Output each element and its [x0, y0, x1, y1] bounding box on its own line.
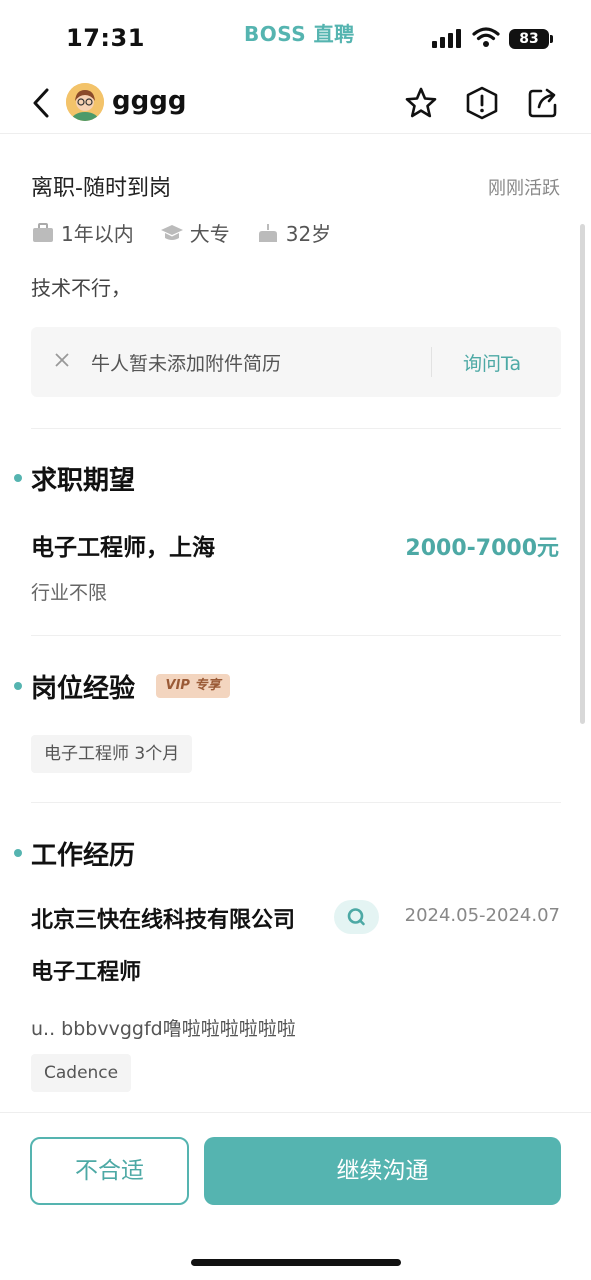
active-status: 刚刚活跃 — [488, 178, 560, 199]
skill-tag: Cadence — [31, 1054, 132, 1092]
attachment-notice: 牛人暂未添加附件简历 询问Ta — [31, 327, 561, 397]
app-name: BOSS 直聘 — [244, 22, 355, 46]
expected-industry: 行业不限 — [31, 582, 108, 604]
attachment-divider — [431, 347, 432, 377]
section-dot — [14, 474, 22, 482]
expected-salary: 2000-7000元 — [405, 536, 559, 561]
ask-attachment-button[interactable]: 询问Ta — [463, 349, 521, 376]
experience-item: 1年以内 — [31, 218, 134, 247]
bottom-action-bar: 不合适 继续沟通 — [0, 1112, 591, 1280]
age-text: 32岁 — [285, 222, 332, 246]
status-bar: 17:31 BOSS 直聘 83 — [0, 0, 591, 72]
job-status: 离职-随时到岗 — [31, 176, 171, 201]
work-description: u.. bbbvvggfd噜啦啦啦啦啦啦 — [31, 1018, 296, 1040]
education-text: 大专 — [189, 222, 230, 246]
status-time: 17:31 — [66, 24, 145, 52]
self-intro: 技术不行， — [31, 276, 131, 300]
report-icon[interactable] — [464, 85, 500, 121]
username: gggg — [112, 86, 187, 116]
experience-tag: 电子工程师 3个月 — [31, 735, 193, 773]
scrollbar[interactable] — [580, 224, 585, 724]
section-divider — [31, 428, 561, 429]
wifi-icon — [472, 27, 500, 47]
back-icon[interactable] — [28, 86, 54, 120]
avatar[interactable] — [66, 83, 104, 121]
nav-bar: gggg — [0, 72, 591, 134]
close-icon — [55, 353, 69, 367]
age-item: 32岁 — [256, 218, 331, 247]
section-dot — [14, 849, 22, 857]
section-divider — [31, 635, 561, 636]
experience-text: 1年以内 — [61, 222, 134, 246]
section-divider — [31, 802, 561, 803]
section-dot — [14, 682, 22, 690]
position-experience-title: 岗位经验 — [31, 674, 136, 704]
not-suitable-button[interactable]: 不合适 — [30, 1137, 189, 1205]
star-icon[interactable] — [403, 85, 439, 121]
work-period: 2024.05-2024.07 — [404, 905, 560, 926]
work-history-title: 工作经历 — [31, 841, 136, 871]
home-indicator[interactable] — [191, 1259, 401, 1266]
search-icon — [347, 908, 365, 926]
cellular-signal-icon — [432, 28, 464, 48]
company-search-button[interactable] — [334, 900, 379, 934]
profile-meta: 1年以内 大专 32岁 — [31, 218, 357, 247]
attachment-text: 牛人暂未添加附件简历 — [91, 353, 282, 375]
expectation-title: 求职期望 — [31, 466, 136, 496]
expected-job: 电子工程师，上海 — [31, 535, 215, 561]
share-icon[interactable] — [525, 85, 561, 121]
battery-indicator: 83 — [509, 29, 553, 49]
vip-badge: VIP 专享 — [156, 674, 230, 698]
cake-icon — [258, 223, 277, 242]
briefcase-icon — [33, 222, 53, 242]
graduation-cap-icon — [160, 224, 183, 240]
work-position: 电子工程师 — [31, 960, 142, 985]
continue-chat-button[interactable]: 继续沟通 — [204, 1137, 561, 1205]
education-item: 大专 — [160, 218, 230, 247]
resume-content[interactable]: 离职-随时到岗 刚刚活跃 1年以内 大专 32岁 技术不行， 牛人暂未添加附件简… — [0, 134, 591, 1112]
company-name: 北京三快在线科技有限公司 — [31, 908, 296, 933]
